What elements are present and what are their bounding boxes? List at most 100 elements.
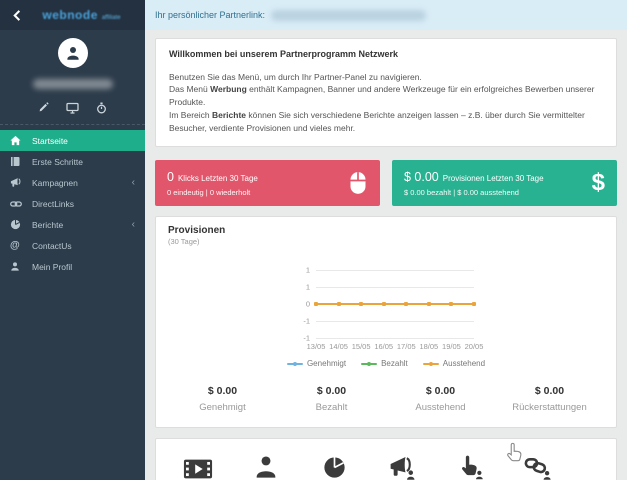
chart-x-axis: 13/05 14/05 15/05 16/05 17/05 18/05 19/05 20/05 <box>307 342 484 352</box>
summary-label: Rückerstattungen <box>512 402 587 414</box>
commissions-value: $ 0.00 <box>404 169 439 184</box>
stopwatch-icon[interactable] <box>96 102 107 114</box>
welcome-card: Willkommen bei unserem Partnerprogramm N… <box>155 38 617 148</box>
x-tick-label: 15/05 <box>351 342 371 352</box>
shortcut-berichte[interactable]: Berichte <box>301 451 367 480</box>
username-blurred <box>32 79 113 89</box>
clicks-subtitle: 0 eindeutig | 0 wiederholt <box>167 187 251 197</box>
chain-links-icon <box>505 451 571 480</box>
legend-label: Genehmigt <box>306 359 347 369</box>
sidebar-item-directlinks[interactable]: DirectLinks <box>0 193 145 214</box>
sidebar-item-label: Kampagnen <box>32 177 78 188</box>
summary-bezahlt: $ 0.00 Bezahlt <box>277 385 386 413</box>
pencil-icon[interactable] <box>38 102 49 114</box>
mouse-icon <box>348 170 368 196</box>
commissions-stat-text: $ 0.00 Provisionen Letzten 30 Tage $ 0.00… <box>404 170 592 197</box>
summary-value: $ 0.00 <box>316 385 347 398</box>
book-icon <box>10 156 23 167</box>
summary-genehmigt: $ 0.00 Genehmigt <box>168 385 277 413</box>
welcome-title: Willkommen bei unserem Partnerprogramm N… <box>169 49 398 59</box>
film-icon <box>165 451 231 480</box>
chart-title: Provisionen <box>168 225 226 237</box>
link-icon <box>10 199 23 209</box>
monitor-icon[interactable] <box>66 102 79 114</box>
shortcut-banner-links[interactable]: Banner & Links <box>437 451 503 480</box>
summary-ausstehend: $ 0.00 Ausstehend <box>386 385 495 413</box>
y-tick-label: 0 <box>305 299 310 309</box>
clicks-value: 0 <box>167 169 174 184</box>
legend-swatch <box>422 361 439 366</box>
partner-link-label: Ihr persönlicher Partnerlink: <box>155 10 266 20</box>
content: Willkommen bei unserem Partnerprogramm N… <box>145 30 627 480</box>
legend-swatch-dot <box>292 361 297 366</box>
legend-label: Ausstehend <box>442 359 486 369</box>
sidebar-header: webnode affiliate <box>0 0 145 30</box>
partner-link-bar: Ihr persönlicher Partnerlink: <box>145 0 627 30</box>
sidebar-item-label: Erste Schritte <box>32 156 84 167</box>
chart-data-marker <box>404 302 409 307</box>
chart-gridline <box>316 287 474 289</box>
clicks-stat-card: 0 Klicks Letzten 30 Tage 0 eindeutig | 0 … <box>155 160 380 207</box>
sidebar-item-erste-schritte[interactable]: Erste Schritte <box>0 151 145 172</box>
chart-plot: 1 1 0 -1 -1 <box>303 266 476 343</box>
summary-label: Bezahlt <box>315 402 348 414</box>
chart-data-marker <box>426 302 431 307</box>
shortcut-kampagnen[interactable]: Kampagnen <box>369 451 435 480</box>
clicks-stat-text: 0 Klicks Letzten 30 Tage 0 eindeutig | 0 … <box>167 170 348 197</box>
x-tick-label: 13/05 <box>306 342 326 352</box>
megaphone-icon <box>10 177 23 188</box>
shortcuts-card: Affiliate panel tutorial video Mein Prof… <box>155 438 617 480</box>
x-tick-label: 18/05 <box>419 342 439 352</box>
logo-suffix: affiliate <box>101 15 121 21</box>
profile-actions <box>0 102 145 114</box>
chart: 1 1 0 -1 -1 13/05 14/05 15/05 16/05 17/05 18/05 19… <box>286 266 485 369</box>
chart-legend: Genehmigt Bezahlt Ausstehend <box>286 359 485 369</box>
sidebar-item-startseite[interactable]: Startseite <box>0 130 145 151</box>
legend-label: Bezahlt <box>381 359 408 369</box>
hand-click-icon <box>437 451 503 480</box>
legend-swatch-dot <box>428 361 433 366</box>
sidebar-item-label: Mein Profil <box>32 261 73 272</box>
commissions-stat-card: $ 0.00 Provisionen Letzten 30 Tage $ 0.00… <box>392 160 617 207</box>
sidebar-menu: Startseite Erste Schritte Kampagnen ‹ Di… <box>0 125 145 277</box>
chevron-left-icon: ‹ <box>131 218 135 230</box>
sidebar-item-kampagnen[interactable]: Kampagnen ‹ <box>0 172 145 193</box>
welcome-line-2: Das Menü Werbung enthält Kampagnen, Bann… <box>169 84 595 107</box>
user-icon <box>64 44 82 62</box>
chevron-left-icon: ‹ <box>131 176 135 188</box>
sidebar-item-label: DirectLinks <box>32 198 75 209</box>
legend-swatch <box>286 361 303 366</box>
avatar <box>57 38 88 68</box>
chart-gridline <box>316 270 474 272</box>
y-tick-label: 1 <box>305 282 310 292</box>
webnode-logo: webnode affiliate <box>42 8 121 22</box>
chart-data-marker <box>359 302 364 307</box>
summary-rueckerstattungen: $ 0.00 Rückerstattungen <box>495 385 604 413</box>
sidebar-item-berichte[interactable]: Berichte ‹ <box>0 214 145 235</box>
legend-swatch-dot <box>367 361 372 366</box>
chevron-left-icon <box>11 9 24 22</box>
summary-value: $ 0.00 <box>534 385 565 398</box>
y-tick-label: -1 <box>303 316 310 326</box>
chart-gridline <box>316 321 474 323</box>
chart-data-marker <box>336 302 341 307</box>
chart-data-marker <box>381 302 386 307</box>
user-profile-panel <box>0 30 145 124</box>
x-tick-label: 19/05 <box>442 342 461 352</box>
partner-link-blurred[interactable] <box>271 9 427 21</box>
shortcut-directlinks[interactable]: DirectLinks <box>505 451 571 480</box>
sidebar-item-label: ContactUs <box>32 240 72 251</box>
summary-value: $ 0.00 <box>425 385 456 398</box>
chart-data-marker <box>449 302 454 307</box>
clicks-title: Klicks Letzten 30 Tage <box>177 173 258 183</box>
sidebar-item-contactus[interactable]: @ ContactUs <box>0 235 145 256</box>
collapse-sidebar-button[interactable] <box>8 6 26 24</box>
pie-chart-icon <box>10 219 23 230</box>
sidebar-item-mein-profil[interactable]: Mein Profil <box>0 256 145 277</box>
shortcut-mein-profil[interactable]: Mein Profil <box>233 451 299 480</box>
y-tick-label: 1 <box>305 265 310 275</box>
summary-row: $ 0.00 Genehmigt $ 0.00 Bezahlt $ 0.00 A… <box>168 385 604 413</box>
shortcut-tutorial-video[interactable]: Affiliate panel tutorial video <box>165 451 231 480</box>
sidebar-item-label: Startseite <box>32 135 68 146</box>
sidebar-item-label: Berichte <box>32 219 64 230</box>
